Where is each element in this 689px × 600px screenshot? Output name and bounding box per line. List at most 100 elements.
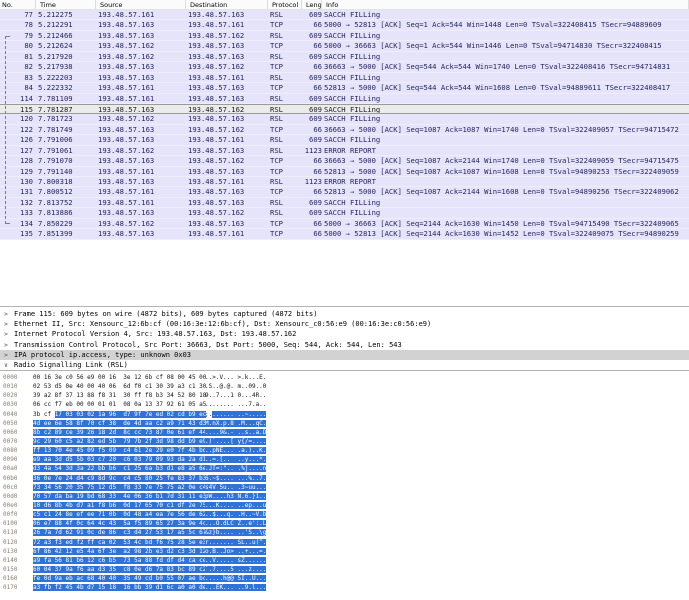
column-header-no[interactable]: No. xyxy=(0,0,36,9)
packet-row[interactable]: 1297.791140193.48.57.161193.48.57.163TCP… xyxy=(0,167,689,177)
hex-row[interactable]: 00403b cf 17 03 03 02 1a 96 d7 9f 7e ed … xyxy=(3,410,689,419)
hex-row[interactable]: 001002 53 d5 0e 40 00 40 06 6d f0 c1 30 … xyxy=(3,382,689,391)
packet-row[interactable]: 805.212624193.48.57.162193.48.57.163TCP6… xyxy=(0,41,689,51)
packet-row[interactable]: 785.212291193.48.57.163193.48.57.161TCP6… xyxy=(0,20,689,30)
hex-offset: 0050 xyxy=(3,419,33,428)
cell-protocol: RSL xyxy=(270,73,302,82)
cell-destination: 193.48.57.163 xyxy=(188,52,268,61)
packet-row[interactable]: 1317.800512193.48.57.161193.48.57.163TCP… xyxy=(0,187,689,197)
hex-row[interactable]: 015060 04 37 9a f6 aa d3 35 c8 0e d6 7a … xyxy=(3,565,689,574)
packet-row[interactable]: 1157.781287193.48.57.163193.48.57.162RSL… xyxy=(0,104,689,114)
ascii-bytes-selected: ...... ..~..... xyxy=(212,411,266,418)
hex-bytes-selected: a3 fb f2 45 4b d7 15 18 16 bb 39 d1 6c a… xyxy=(33,584,206,591)
cell-destination: 193.48.57.162 xyxy=(188,125,268,134)
hex-row[interactable]: 003006 cc f7 eb 00 00 01 01 08 0a 13 37 … xyxy=(3,400,689,409)
cell-time: 7.851399 xyxy=(38,229,96,238)
cell-destination: 193.48.57.162 xyxy=(188,62,268,71)
cell-no: 135 xyxy=(0,229,36,238)
hex-row[interactable]: 011026 7a 7d 62 91 0c de 86 c3 d4 27 53 … xyxy=(3,528,689,537)
packet-row[interactable]: 825.217938193.48.57.163193.48.57.162TCP6… xyxy=(0,62,689,72)
hex-offset: 0120 xyxy=(3,538,33,547)
expander-collapsed-icon[interactable]: > xyxy=(4,319,14,329)
hex-row[interactable]: 00709c 29 60 c5 a2 82 ed 5b 79 7b 2f 3d … xyxy=(3,437,689,446)
ascii-bytes: s4V 5u.. .3~uu... xyxy=(205,484,266,491)
cell-protocol: TCP xyxy=(270,167,302,176)
detail-row[interactable]: >Transmission Control Protocol, Src Port… xyxy=(0,340,689,350)
ascii-bytes: ...EK... ..9.l... xyxy=(205,584,266,591)
hex-row[interactable]: 002039 a2 8f 37 13 88 f8 31 30 ff f8 b3 … xyxy=(3,391,689,400)
column-header-info[interactable]: Info xyxy=(324,0,689,9)
hex-offset: 0070 xyxy=(3,437,33,446)
hex-row[interactable]: 01306f 86 42 12 e5 4a 6f 3e a2 98 2b e3 … xyxy=(3,547,689,556)
detail-row[interactable]: >Frame 115: 609 bytes on wire (4872 bits… xyxy=(0,309,689,319)
detail-row[interactable]: >IPA protocol ip.access, type: unknown 0… xyxy=(0,350,689,360)
packet-row[interactable]: 1207.781723193.48.57.162193.48.57.163RSL… xyxy=(0,114,689,124)
hex-row[interactable]: 00504d ee 6e 58 8f 70 cf 38 de 4d aa c2 … xyxy=(3,419,689,428)
hex-row[interactable]: 0090e9 aa 3d d5 5b 03 c7 20 c6 03 79 09 … xyxy=(3,455,689,464)
expander-expanded-icon[interactable]: ∨ xyxy=(4,360,14,370)
cell-destination: 193.48.57.163 xyxy=(188,83,268,92)
hex-row[interactable]: 00d070 57 da ba 19 bd 68 33 4e 06 36 b1 … xyxy=(3,492,689,501)
packet-row[interactable]: 1357.851399193.48.57.163193.48.57.161TCP… xyxy=(0,229,689,239)
cell-info: 36663 → 5000 [ACK] Seq=1087 Ack=2144 Win… xyxy=(324,156,689,165)
expander-collapsed-icon[interactable]: > xyxy=(4,329,14,339)
hex-offset: 0140 xyxy=(3,556,33,565)
packet-row[interactable]: 845.222332193.48.57.161193.48.57.163TCP6… xyxy=(0,83,689,93)
detail-row[interactable]: >Internet Protocol Version 4, Src: 193.4… xyxy=(0,329,689,339)
packet-row[interactable]: 1287.791070193.48.57.163193.48.57.162TCP… xyxy=(0,156,689,166)
hex-row[interactable]: 00e010 d6 8b 4b d7 a1 f8 b6 0d 17 65 70 … xyxy=(3,501,689,510)
cell-protocol: TCP xyxy=(270,62,302,71)
cell-source: 193.48.57.162 xyxy=(98,146,186,155)
hex-row[interactable]: 00a0d3 4a 54 3d 3a 22 bb b6 c1 25 6a b3 … xyxy=(3,464,689,473)
cell-info: SACCH FILLing xyxy=(324,114,689,123)
hex-row[interactable]: 000000 16 3e c0 56 e9 00 16 3e 12 6b cf … xyxy=(3,373,689,382)
cell-info: SACCH FILLing xyxy=(324,94,689,103)
cell-info: SACCH FILLing xyxy=(324,105,689,113)
packet-row[interactable]: 835.222203193.48.57.163193.48.57.161RSL6… xyxy=(0,73,689,83)
packet-row[interactable]: 1267.791006193.48.57.163193.48.57.161RSL… xyxy=(0,135,689,145)
expander-collapsed-icon[interactable]: > xyxy=(4,309,14,319)
packet-row[interactable]: 815.217920193.48.57.162193.48.57.163RSL6… xyxy=(0,52,689,62)
ascii-bytes-selected: pW....h3 N.6.}1.. xyxy=(205,493,266,500)
hex-offset: 0010 xyxy=(3,382,33,391)
packet-row[interactable]: 775.212275193.48.57.161193.48.57.163RSL6… xyxy=(0,10,689,20)
hex-row[interactable]: 00b036 0e 7e 24 d4 c9 8d 9c c4 c5 80 25 … xyxy=(3,474,689,483)
expander-collapsed-icon[interactable]: > xyxy=(4,340,14,350)
hex-row[interactable]: 00c073 34 56 20 35 75 12 d5 f8 33 7e 75 … xyxy=(3,483,689,492)
hex-bytes-selected: a9 fa 56 81 b6 12 c6 b5 73 5a 88 fd df d… xyxy=(33,557,206,564)
hex-row[interactable]: 010006 e7 88 4f 0c 64 4c 43 5a f5 89 65 … xyxy=(3,519,689,528)
hex-row[interactable]: 0160fe 0d 9a eb ac 68 40 40 35 49 cd b0 … xyxy=(3,574,689,583)
column-header-protocol[interactable]: Protocol xyxy=(270,0,302,9)
hex-row[interactable]: 00f0c5 c1 24 8e ef ee 71 0b 0d 48 a4 ea … xyxy=(3,510,689,519)
hex-row[interactable]: 00608b c2 89 ce 39 26 18 2d 8c cc 73 87 … xyxy=(3,428,689,437)
detail-row[interactable]: >Ethernet II, Src: Xensourc_12:6b:cf (00… xyxy=(0,319,689,329)
packet-row[interactable]: 1227.781749193.48.57.163193.48.57.162TCP… xyxy=(0,125,689,135)
packet-row[interactable]: 1147.781109193.48.57.161193.48.57.163RSL… xyxy=(0,94,689,104)
hex-row[interactable]: 012072 a3 f3 ed f2 ff ca 02 53 4c bd f6 … xyxy=(3,538,689,547)
column-header-time[interactable]: Time xyxy=(38,0,96,9)
ascii-bytes-selected: ...K.... ..ep...u xyxy=(205,502,266,509)
hex-row[interactable]: 0140a9 fa 56 81 b6 12 c6 b5 73 5a 88 fd … xyxy=(3,556,689,565)
detail-row-text: Internet Protocol Version 4, Src: 193.48… xyxy=(14,330,296,338)
packet-row[interactable]: 1307.800318193.48.57.163193.48.57.161RSL… xyxy=(0,177,689,187)
cell-protocol: TCP xyxy=(270,229,302,238)
cell-time: 5.217938 xyxy=(38,62,96,71)
ascii-bytes-selected: `.7....5 ...z.... xyxy=(205,566,266,573)
packet-row[interactable]: 1277.791061193.48.57.162193.48.57.163RSL… xyxy=(0,146,689,156)
detail-row[interactable]: ∨Radio Signalling Link (RSL) xyxy=(0,360,689,370)
packet-row[interactable]: 795.212466193.48.57.163193.48.57.162RSL6… xyxy=(0,31,689,41)
hex-bytes-selected: 73 34 56 20 35 75 12 d5 f8 33 7e 75 75 a… xyxy=(33,484,206,491)
column-header-destination[interactable]: Destination xyxy=(188,0,268,9)
hex-row[interactable]: 0080ff 13 70 4e 45 09 f5 09 c4 61 2e 29 … xyxy=(3,446,689,455)
packet-row[interactable]: 1337.813886193.48.57.163193.48.57.162RSL… xyxy=(0,208,689,218)
column-header-source[interactable]: Source xyxy=(98,0,186,9)
expander-collapsed-icon[interactable]: > xyxy=(4,350,14,360)
hex-row[interactable]: 0170a3 fb f2 45 4b d7 15 18 16 bb 39 d1 … xyxy=(3,583,689,592)
packet-row[interactable]: 1347.850229193.48.57.162193.48.57.163TCP… xyxy=(0,219,689,229)
cell-time: 5.212466 xyxy=(38,31,96,40)
hex-offset: 0020 xyxy=(3,391,33,400)
packet-row[interactable]: 1327.813752193.48.57.161193.48.57.163RSL… xyxy=(0,198,689,208)
hex-bytes: 60 04 37 9a f6 aa d3 35 c8 0e d6 7a 83 b… xyxy=(33,565,205,574)
column-header-length[interactable]: Length xyxy=(304,0,322,9)
hex-offset: 0090 xyxy=(3,455,33,464)
